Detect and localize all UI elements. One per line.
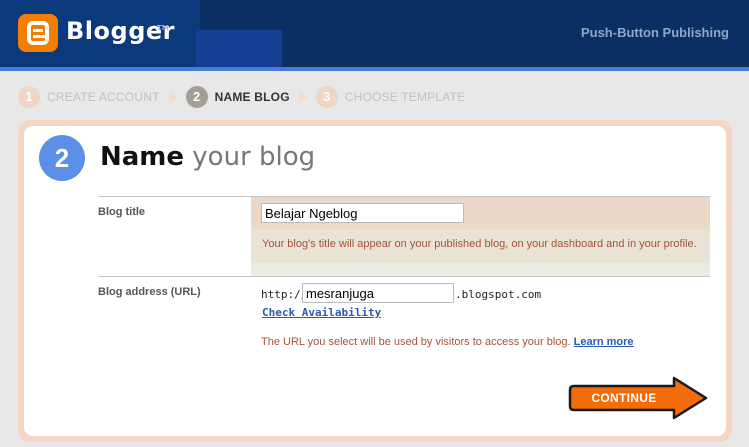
blogger-logo-icon[interactable] xyxy=(18,14,58,52)
hint-bg-lower xyxy=(251,263,710,276)
url-suffix: .blogspot.com xyxy=(455,288,542,301)
progress-steps: 1 CREATE ACCOUNT 2 NAME BLOG 3 CHOOSE TE… xyxy=(18,86,465,108)
logo-trademark: TM xyxy=(157,24,169,32)
step-label: CREATE ACCOUNT xyxy=(47,90,160,104)
step-number: 3 xyxy=(315,86,338,108)
title-strong: Name xyxy=(100,142,185,172)
url-note-text: The URL you select will be used by visit… xyxy=(261,336,571,348)
divider-middle xyxy=(98,276,710,277)
url-note: The URL you select will be used by visit… xyxy=(261,336,634,348)
tagline: Push-Button Publishing xyxy=(580,25,729,40)
blog-address-label: Blog address (URL) xyxy=(98,286,201,298)
step-name-blog: 2 NAME BLOG xyxy=(185,86,290,108)
url-prefix: http:// xyxy=(261,288,308,301)
continue-label: CONTINUE xyxy=(591,391,657,405)
step-arrow-icon xyxy=(168,91,178,103)
step-number: 2 xyxy=(185,86,208,108)
header-stripe xyxy=(0,67,749,71)
page-title: Name your blog xyxy=(100,142,315,172)
step-badge: 2 xyxy=(39,135,85,181)
blog-title-label: Blog title xyxy=(98,206,146,218)
learn-more-link[interactable]: Learn more xyxy=(574,336,634,348)
header-band-accent xyxy=(196,30,282,67)
blog-url-input[interactable]: mesranjuga xyxy=(302,283,454,303)
continue-button[interactable]: CONTINUE xyxy=(568,376,708,420)
step-choose-template: 3 CHOOSE TEMPLATE xyxy=(315,86,466,108)
step-arrow-icon xyxy=(298,91,308,103)
blog-title-input[interactable]: Belajar Ngeblog xyxy=(261,203,464,223)
step-label: CHOOSE TEMPLATE xyxy=(344,90,466,104)
step-create-account: 1 CREATE ACCOUNT xyxy=(18,86,160,108)
title-light: your blog xyxy=(192,142,316,172)
step-label: NAME BLOG xyxy=(214,90,290,104)
check-availability-link[interactable]: Check Availability xyxy=(262,306,381,319)
header-bar: Blogger TM Push-Button Publishing xyxy=(0,0,749,67)
step-number: 1 xyxy=(18,86,40,108)
blog-title-hint: Your blog's title will appear on your pu… xyxy=(262,238,697,250)
